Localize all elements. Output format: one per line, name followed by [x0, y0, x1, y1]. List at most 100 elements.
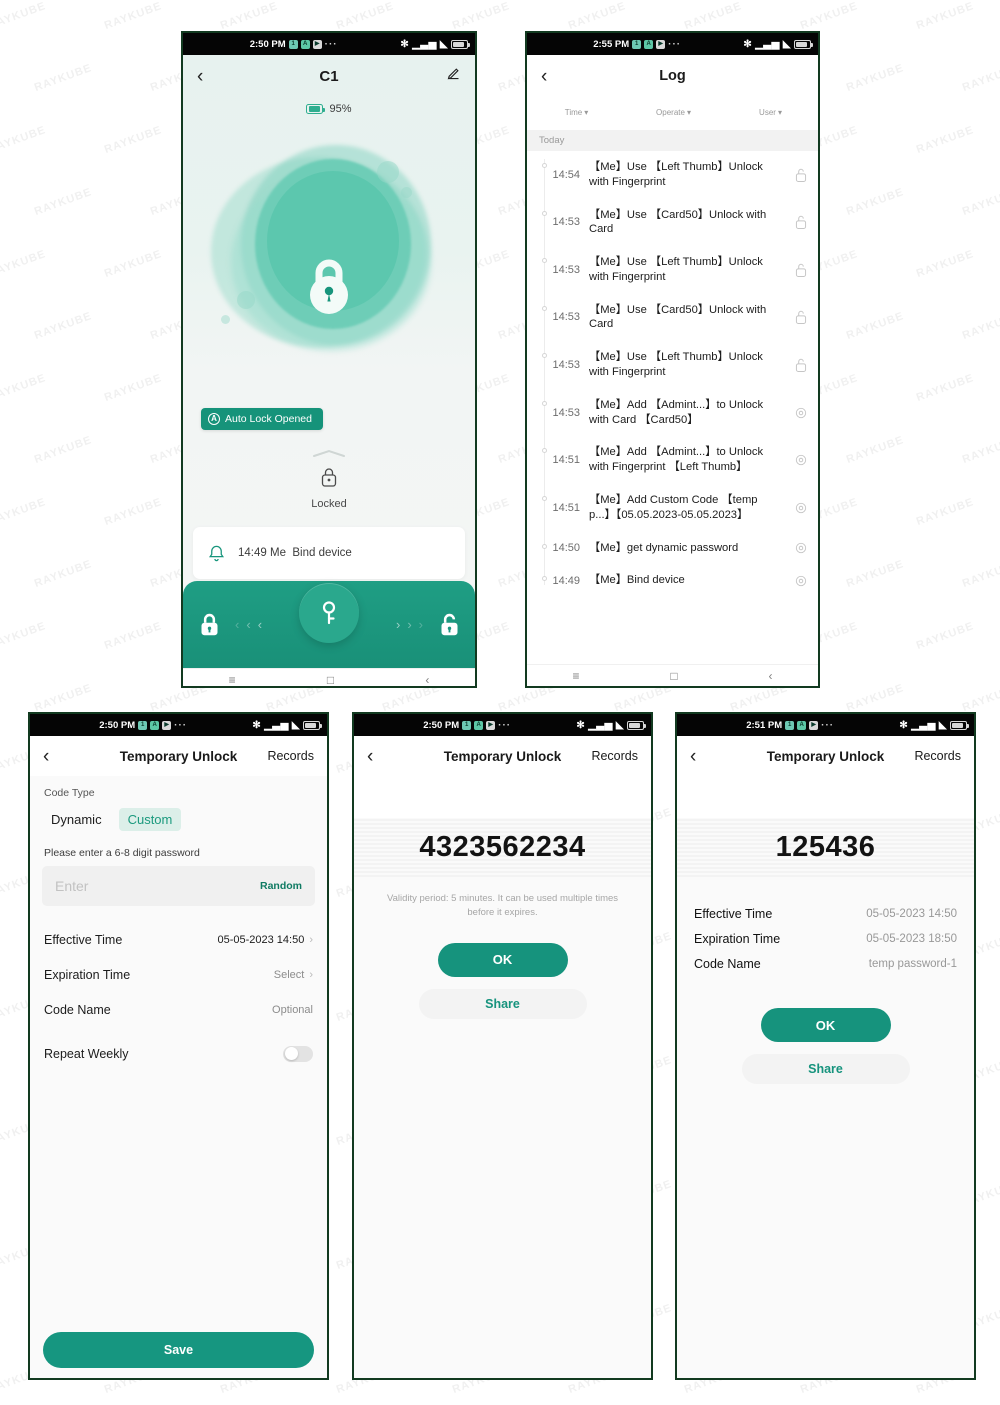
back-icon[interactable]: ‹ [541, 67, 547, 86]
row-value: 05-05-2023 14:50 › [217, 934, 313, 946]
records-link[interactable]: Records [267, 749, 314, 763]
ok-button[interactable]: OK [760, 1008, 891, 1042]
status-time: 2:51 PM [746, 719, 783, 731]
watermark: RAYKUBE [103, 496, 165, 528]
log-entry[interactable]: 14:53 【Me】Use 【Card50】Unlock with Card [527, 199, 818, 247]
detail-row: Expiration Time 05-05-2023 18:50 [677, 926, 974, 951]
share-button[interactable]: Share [418, 988, 587, 1019]
status-time: 2:50 PM [249, 38, 286, 50]
random-button[interactable]: Random [260, 880, 302, 892]
back-icon[interactable]: ‹ [690, 747, 696, 766]
app-header: ‹ Temporary Unlock Records [677, 736, 974, 776]
nav-home-icon[interactable]: □ [670, 669, 677, 683]
wifi-icon: ◣ [615, 719, 625, 731]
log-entry[interactable]: 14:51 【Me】Add 【Admint...】to Unlock with F… [527, 436, 818, 484]
row-code-name[interactable]: Code Name Optional [30, 992, 327, 1027]
save-button[interactable]: Save [43, 1332, 314, 1368]
watermark: RAYKUBE [845, 682, 907, 714]
log-entry[interactable]: 14:53 【Me】Use 【Card50】Unlock with Card [527, 294, 818, 342]
row-effective-time[interactable]: Effective Time 05-05-2023 14:50 › [30, 922, 327, 957]
log-entry-time: 14:49 [552, 574, 580, 587]
log-entry[interactable]: 14:54 【Me】Use 【Left Thumb】Unlock with Fin… [527, 151, 818, 199]
page-title: Log [659, 68, 686, 84]
tab-dynamic[interactable]: Dynamic [42, 808, 111, 831]
detail-label: Expiration Time [694, 931, 781, 946]
log-entry[interactable]: 14:50 【Me】get dynamic password [527, 532, 818, 565]
gear-icon [784, 453, 818, 467]
phone-screen-temporary-unlock-form: 2:50 PM 1 A ▶ ··· ✻ ▁▃▅ ◣ ‹ Temporary Un… [28, 712, 329, 1380]
watermark: RAYKUBE [451, 0, 513, 32]
records-link[interactable]: Records [914, 749, 961, 763]
row-label: Code Name [44, 1002, 111, 1017]
nav-back-icon[interactable]: ‹ [769, 669, 773, 683]
status-overflow-icon: ··· [668, 38, 682, 50]
ok-button[interactable]: OK [437, 942, 568, 977]
log-entry[interactable]: 14:53 【Me】Use 【Left Thumb】Unlock with Fin… [527, 246, 818, 294]
sheet-handle-icon[interactable] [312, 445, 346, 463]
back-icon[interactable]: ‹ [197, 67, 203, 86]
row-repeat-weekly[interactable]: Repeat Weekly [30, 1036, 327, 1071]
signal-icon: ▁▃▅ [755, 38, 780, 50]
watermark: RAYKUBE [33, 434, 95, 466]
lock-button[interactable] [183, 613, 235, 637]
password-input-wrap[interactable]: Enter Random [42, 866, 315, 906]
result-sheet: 4323562234 Validity period: 5 minutes. I… [354, 818, 651, 1378]
log-entry[interactable]: 14:49 【Me】Bind device [527, 564, 818, 597]
nav-home-icon[interactable]: □ [327, 673, 334, 687]
tab-custom[interactable]: Custom [118, 808, 182, 831]
log-date-group: Today [527, 130, 818, 151]
filter-user-label: User [759, 108, 776, 117]
phone-screen-dynamic-code-result: 2:50 PM 1 A ▶ ··· ✻ ▁▃▅ ◣ ‹ Temporary Un… [352, 712, 653, 1380]
nav-menu-icon[interactable]: ≡ [572, 669, 579, 683]
caret-down-icon: ▾ [686, 108, 691, 117]
nav-menu-icon[interactable]: ≡ [229, 673, 236, 687]
share-button[interactable]: Share [741, 1054, 910, 1084]
filter-time[interactable]: Time ▾ [527, 106, 624, 118]
watermark: RAYKUBE [915, 372, 977, 404]
detail-label: Effective Time [694, 906, 773, 921]
log-entry-time: 14:53 [552, 311, 580, 324]
wifi-icon: ◣ [439, 38, 449, 50]
watermark: RAYKUBE [0, 0, 49, 32]
watermark: RAYKUBE [961, 310, 1000, 342]
watermark: RAYKUBE [33, 558, 95, 590]
latest-event-card[interactable]: 14:49 Me Bind device [193, 527, 465, 579]
repeat-weekly-toggle[interactable] [283, 1045, 313, 1062]
filter-user[interactable]: User ▾ [721, 106, 818, 118]
app-icon-2: A [300, 39, 310, 49]
gear-icon [784, 501, 818, 515]
nav-back-icon[interactable]: ‹ [425, 673, 429, 687]
log-entry[interactable]: 14:53 【Me】Use 【Left Thumb】Unlock with Fin… [527, 341, 818, 389]
status-bar: 2:50 PM 1 A ▶ ··· ✻ ▁▃▅ ◣ [30, 714, 327, 736]
status-time: 2:50 PM [423, 719, 460, 731]
row-expiration-time[interactable]: Expiration Time Select › [30, 957, 327, 992]
bluetooth-icon: ✻ [743, 38, 753, 50]
app-icon-2: A [797, 720, 807, 730]
wifi-icon: ◣ [782, 38, 792, 50]
password-input[interactable]: Enter [55, 878, 88, 894]
password-hint: Please enter a 6-8 digit password [44, 847, 200, 859]
filter-operate[interactable]: Operate ▾ [624, 106, 721, 118]
detail-value: 05-05-2023 14:50 [866, 907, 957, 920]
chevron-right-icon: › [309, 933, 313, 946]
chevron-right-icon: › [309, 968, 313, 981]
watermark: RAYKUBE [845, 434, 907, 466]
back-icon[interactable]: ‹ [367, 747, 373, 766]
log-entry[interactable]: 14:51 【Me】Add Custom Code 【temp p...】【05.… [527, 484, 818, 532]
status-overflow-icon: ··· [324, 38, 338, 50]
log-entry-text: 【Me】Use 【Card50】Unlock with Card [589, 208, 767, 236]
code-type-tabs: Dynamic Custom [30, 799, 327, 847]
effective-time-value: 05-05-2023 14:50 [217, 933, 305, 946]
watermark: RAYKUBE [961, 558, 1000, 590]
records-link[interactable]: Records [591, 749, 638, 763]
edit-icon[interactable] [446, 66, 461, 86]
auto-lock-badge: A Auto Lock Opened [201, 408, 323, 430]
watermark: RAYKUBE [961, 62, 1000, 94]
back-icon[interactable]: ‹ [43, 747, 49, 766]
timeline-dot-icon [542, 353, 547, 359]
unlock-button[interactable] [423, 613, 475, 637]
key-button[interactable] [299, 582, 359, 643]
gear-icon [784, 406, 818, 420]
timeline-dot-icon [542, 400, 547, 406]
log-entry[interactable]: 14:53 【Me】Add 【Admint...】to Unlock with C… [527, 389, 818, 437]
